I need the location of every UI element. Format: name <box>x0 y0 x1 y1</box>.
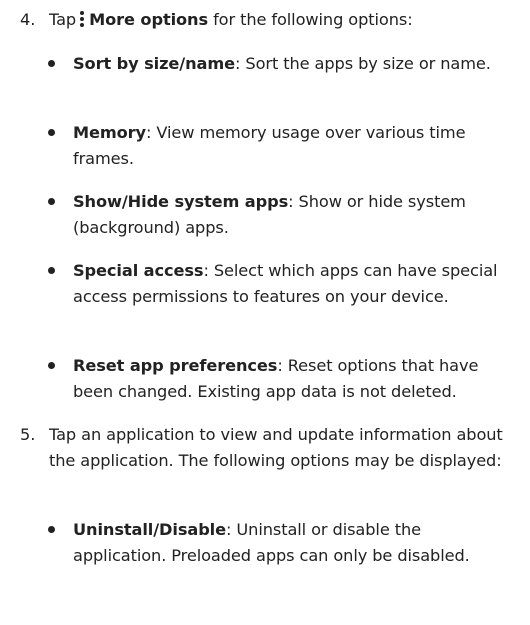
list-item-term: Show/Hide system apps <box>73 192 289 211</box>
step-text-before: Tap <box>49 10 77 29</box>
step-number: 5. <box>20 425 36 444</box>
list-item-term: Special access <box>73 261 204 280</box>
list-item-desc: : Sort the apps by size or name. <box>235 54 491 73</box>
list-item: Reset app preferences: Reset options tha… <box>0 353 530 405</box>
list-item-text: Special access: Select which apps can ha… <box>73 258 518 310</box>
list-item: Memory: View memory usage over various t… <box>0 120 530 172</box>
list-item-text: Reset app preferences: Reset options tha… <box>73 353 523 405</box>
bullet-icon <box>48 198 55 205</box>
list-item: Special access: Select which apps can ha… <box>0 258 530 336</box>
list-item-text: Uninstall/Disable: Uninstall or disable … <box>73 517 493 569</box>
bullet-icon <box>48 362 55 369</box>
step-text: Tap More options for the following option… <box>49 7 519 33</box>
step-text-after: for the following options: <box>213 10 413 29</box>
bullet-icon <box>48 129 55 136</box>
bullet-icon <box>48 60 55 67</box>
more-options-label: More options <box>89 10 209 29</box>
list-item-term: Sort by size/name <box>73 54 236 73</box>
list-item-text: Show/Hide system apps: Show or hide syst… <box>73 189 508 241</box>
bullet-icon <box>48 267 55 274</box>
list-item: Uninstall/Disable: Uninstall or disable … <box>0 517 530 595</box>
list-item-term: Reset app preferences <box>73 356 278 375</box>
more-options-icon <box>78 10 86 28</box>
step-5: 5. Tap an application to view and update… <box>0 422 530 500</box>
list-item: Sort by size/name: Sort the apps by size… <box>0 51 530 103</box>
list-item-term: Memory <box>73 123 147 142</box>
list-item-text: Sort by size/name: Sort the apps by size… <box>73 51 493 77</box>
list-item-text: Memory: View memory usage over various t… <box>73 120 513 172</box>
step-text: Tap an application to view and update in… <box>49 425 503 470</box>
list-item: Show/Hide system apps: Show or hide syst… <box>0 189 530 241</box>
list-item-term: Uninstall/Disable <box>73 520 227 539</box>
bullet-icon <box>48 526 55 533</box>
step-number: 4. <box>20 10 36 29</box>
document-page: 4. Tap More options for the following opt… <box>0 0 530 625</box>
step-4: 4. Tap More options for the following opt… <box>0 7 530 33</box>
